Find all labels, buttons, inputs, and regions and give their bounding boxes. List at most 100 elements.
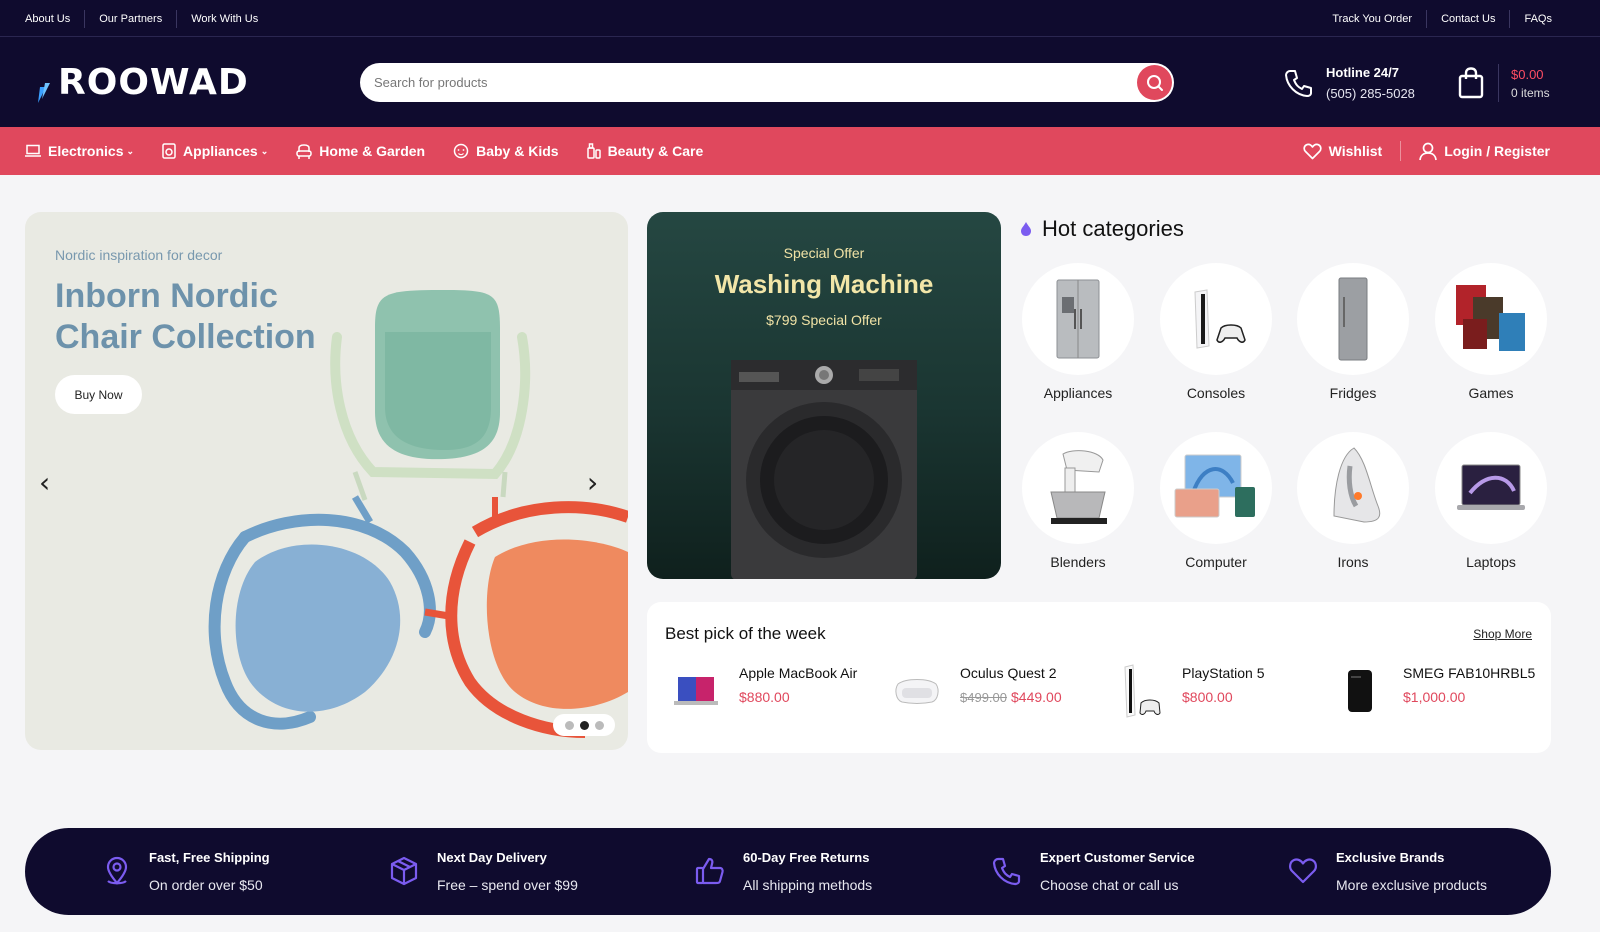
feature-item: Expert Customer Service Choose chat or c… — [992, 846, 1195, 896]
category-appliances[interactable]: Appliances — [1022, 263, 1134, 401]
heart-icon — [1289, 858, 1317, 884]
cart[interactable]: $0.00 0 items — [1458, 63, 1550, 103]
product-name: Apple MacBook Air — [739, 665, 858, 681]
feature-title: Fast, Free Shipping — [149, 849, 270, 865]
best-pick-title: Best pick of the week — [665, 624, 826, 643]
search-bar — [360, 63, 1174, 102]
slider-dots — [553, 714, 615, 736]
phone-icon — [1285, 70, 1312, 97]
category-label: Blenders — [1050, 554, 1106, 570]
wishlist-label: Wishlist — [1328, 143, 1383, 159]
feature-item: Next Day Delivery Free – spend over $99 — [389, 846, 578, 896]
cart-amount: $0.00 — [1511, 66, 1544, 82]
nav-label: Electronics — [48, 143, 124, 159]
slider-next-icon[interactable]: › — [587, 466, 598, 499]
product-card[interactable]: Oculus Quest 2 $499.00 $449.00 — [886, 660, 1062, 730]
product-price: $1,000.00 — [1403, 689, 1466, 705]
location-pin-icon — [106, 856, 128, 885]
washer-icon — [162, 143, 176, 159]
logo-text: ROOWAD — [58, 61, 249, 103]
shop-more-link[interactable]: Shop More — [1473, 627, 1532, 641]
category-irons[interactable]: Irons — [1297, 432, 1409, 570]
slider-dot[interactable] — [564, 720, 574, 730]
baby-icon — [453, 143, 469, 159]
category-laptops[interactable]: Laptops — [1435, 432, 1547, 570]
stand-mixer-icon — [1050, 450, 1107, 524]
nav-label: Beauty & Care — [607, 143, 704, 159]
login-register-link[interactable]: Login / Register — [1419, 142, 1550, 161]
fridge-icon — [1338, 277, 1368, 361]
slider-dot-active[interactable] — [579, 720, 589, 730]
wishlist-link[interactable]: Wishlist — [1303, 143, 1383, 160]
header: ROOWAD Hotline 24/7 (505) 285-5028 $0.00… — [0, 37, 1600, 127]
nav-divider — [1400, 141, 1402, 161]
feature-desc: Choose chat or call us — [1040, 876, 1179, 893]
search-icon — [1146, 74, 1163, 91]
product-old-price: $499.00 — [960, 690, 1007, 705]
feature-desc: On order over $50 — [149, 876, 263, 893]
cart-count: 0 items — [1511, 85, 1550, 100]
feature-title: Exclusive Brands — [1336, 849, 1445, 865]
slider-dot[interactable] — [594, 720, 604, 730]
chevron-down-icon: ⌄ — [126, 145, 135, 156]
features-bar: Fast, Free Shipping On order over $50 Ne… — [25, 828, 1551, 915]
main-nav: Electronics ⌄ Appliances ⌄ Home & Garden… — [0, 127, 1600, 175]
top-links-right: Track You Order Contact Us FAQs — [1318, 0, 1552, 37]
nav-item-appliances[interactable]: Appliances ⌄ — [162, 143, 268, 159]
category-games[interactable]: Games — [1435, 263, 1547, 401]
product-price: $800.00 — [1182, 689, 1233, 705]
offer-price-line: $799 Special Offer — [766, 312, 882, 328]
our-partners-link[interactable]: Our Partners — [84, 9, 176, 28]
category-label: Appliances — [1043, 385, 1113, 401]
slider-prev-icon[interactable]: ‹ — [39, 466, 50, 499]
category-fridges[interactable]: Fridges — [1297, 263, 1409, 401]
rocket-logo-icon — [38, 83, 50, 103]
faqs-link[interactable]: FAQs — [1509, 9, 1552, 28]
feature-desc: All shipping methods — [743, 876, 873, 893]
nav-label: Appliances — [183, 143, 258, 159]
search-input[interactable] — [374, 63, 1114, 102]
computer-icon — [1174, 454, 1255, 518]
product-card[interactable]: PlayStation 5 $800.00 — [1108, 660, 1265, 730]
product-price: $880.00 — [739, 689, 790, 705]
category-label: Consoles — [1186, 385, 1246, 401]
smeg-fridge-image — [1348, 670, 1372, 712]
work-with-us-link[interactable]: Work With Us — [176, 9, 272, 28]
nav-item-baby-kids[interactable]: Baby & Kids — [453, 143, 559, 159]
track-order-link[interactable]: Track You Order — [1318, 10, 1426, 28]
feature-item: Exclusive Brands More exclusive products — [1288, 846, 1487, 896]
hero-title: Inborn Nordic Chair Collection — [55, 277, 316, 356]
offer-kicker: Special Offer — [783, 245, 865, 261]
contact-us-link[interactable]: Contact Us — [1426, 9, 1509, 28]
macbook-image — [674, 677, 718, 705]
hero-subtitle: Nordic inspiration for decor — [55, 247, 223, 263]
product-card[interactable]: Apple MacBook Air $880.00 — [665, 660, 857, 730]
bottle-icon — [586, 143, 601, 159]
category-consoles[interactable]: Consoles — [1160, 263, 1272, 401]
category-computer[interactable]: Computer — [1160, 432, 1272, 570]
hot-categories-title: Hot categories — [1042, 216, 1184, 241]
nav-item-electronics[interactable]: Electronics ⌄ — [25, 143, 134, 159]
buy-now-button[interactable]: Buy Now — [55, 375, 142, 414]
box-icon — [390, 856, 418, 886]
hotline-label: Hotline 24/7 — [1326, 65, 1399, 80]
armchair-icon — [296, 143, 313, 159]
laptop-icon — [1457, 464, 1525, 510]
nav-item-beauty-care[interactable]: Beauty & Care — [586, 143, 704, 159]
logo[interactable]: ROOWAD — [34, 57, 249, 107]
game-boxes-icon — [1456, 285, 1525, 351]
search-button[interactable] — [1137, 65, 1172, 100]
product-name: Oculus Quest 2 — [960, 665, 1057, 681]
nav-item-home-garden[interactable]: Home & Garden — [296, 143, 425, 159]
category-blenders[interactable]: Blenders — [1022, 432, 1134, 570]
offer-title: Washing Machine — [714, 269, 934, 299]
special-offer-banner[interactable]: Special Offer Washing Machine $799 Speci… — [647, 212, 1001, 579]
top-bar: About Us Our Partners Work With Us Track… — [0, 0, 1600, 37]
hotline[interactable]: Hotline 24/7 (505) 285-5028 — [1284, 61, 1415, 105]
playstation-image — [1124, 664, 1161, 718]
about-us-link[interactable]: About Us — [25, 10, 84, 28]
feature-title: 60-Day Free Returns — [743, 849, 870, 865]
cart-divider — [1498, 64, 1499, 102]
product-card[interactable]: SMEG FAB10HRBL5 $1,000.00 — [1329, 660, 1535, 730]
phone-icon — [992, 857, 1021, 886]
